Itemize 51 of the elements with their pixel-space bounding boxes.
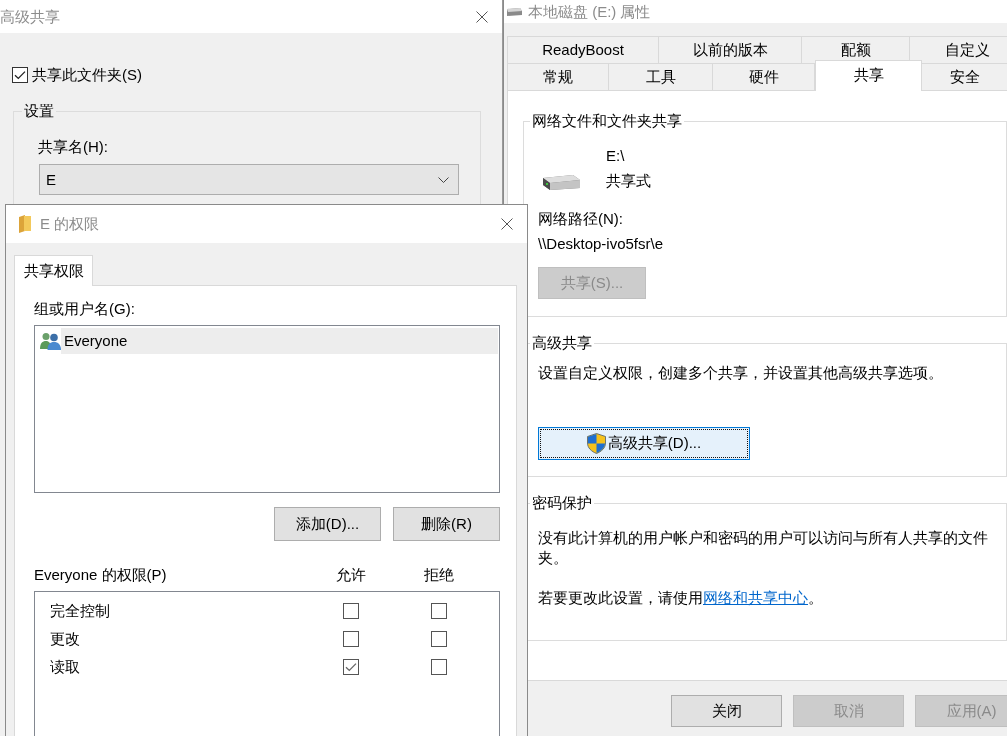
group-title: 网络文件和文件夹共享 xyxy=(531,112,683,130)
network-path: \\Desktop-ivo5fsr\e xyxy=(538,235,664,253)
change-settings-text: 若要更改此设置，请使用网络和共享中心。 xyxy=(538,588,824,608)
network-path-label: 网络路径(N): xyxy=(538,210,623,228)
group-title: 设置 xyxy=(23,102,55,120)
folder-icon xyxy=(19,215,31,233)
drive-name: E:\ xyxy=(606,147,626,165)
chevron-icon xyxy=(438,176,449,183)
allow-checkbox[interactable] xyxy=(343,603,359,619)
deny-checkbox[interactable] xyxy=(431,631,447,647)
network-sharing-center-link[interactable]: 网络和共享中心 xyxy=(703,589,808,606)
column-header: 允许 xyxy=(336,565,366,585)
users-icon xyxy=(40,332,61,350)
dialog-button[interactable]: 删除(R) xyxy=(393,507,500,541)
group-title: 密码保护 xyxy=(531,494,593,512)
dialog-button[interactable]: 关闭 xyxy=(671,695,782,727)
tab[interactable]: 以前的版本 xyxy=(659,36,802,63)
allow-checkbox[interactable] xyxy=(343,659,359,675)
advanced-sharing-description: 设置自定义权限，创建多个共享，并设置其他高级共享选项。 xyxy=(538,364,943,382)
dialog-button[interactable]: 添加(D)... xyxy=(274,507,381,541)
drive-icon xyxy=(506,7,522,16)
window-title: 本地磁盘 (E:) 属性 xyxy=(528,2,651,21)
shield-icon xyxy=(586,433,606,454)
close-icon[interactable] xyxy=(476,10,488,23)
tab[interactable]: 共享 xyxy=(815,60,922,91)
share-name-label: 共享名(H): xyxy=(38,138,109,156)
window-title: 高级共享 xyxy=(0,7,60,26)
permission-name: 更改 xyxy=(49,630,81,648)
close-icon[interactable] xyxy=(501,218,513,230)
password-protection-description: 没有此计算机的用户帐户和密码的用户可以访问与所有人共享的文件夹。 xyxy=(538,528,989,568)
users-label: 组或用户名(G): xyxy=(34,299,136,319)
checkbox[interactable] xyxy=(12,67,28,83)
user-list-item[interactable]: Everyone xyxy=(61,328,498,354)
tab[interactable]: 共享权限 xyxy=(14,255,93,286)
tab[interactable]: 常规 xyxy=(507,63,609,90)
column-header: 拒绝 xyxy=(424,565,454,585)
advanced-sharing-button[interactable]: 高级共享(D)... xyxy=(538,427,750,460)
deny-checkbox[interactable] xyxy=(431,659,447,675)
permission-name: 完全控制 xyxy=(49,602,111,620)
share-name-combobox[interactable]: E xyxy=(39,164,459,195)
tab[interactable]: 工具 xyxy=(609,63,713,90)
tab[interactable]: 硬件 xyxy=(713,63,815,90)
tab[interactable]: ReadyBoost xyxy=(507,36,659,63)
deny-checkbox[interactable] xyxy=(431,603,447,619)
checkbox-label: 共享此文件夹(S) xyxy=(32,66,142,84)
share-status: 共享式 xyxy=(606,172,651,190)
permissions-label: Everyone 的权限(P) xyxy=(34,565,168,585)
allow-checkbox[interactable] xyxy=(343,631,359,647)
window-title: E 的权限 xyxy=(40,215,101,233)
permission-name: 读取 xyxy=(49,658,81,676)
group-title: 高级共享 xyxy=(531,334,593,352)
